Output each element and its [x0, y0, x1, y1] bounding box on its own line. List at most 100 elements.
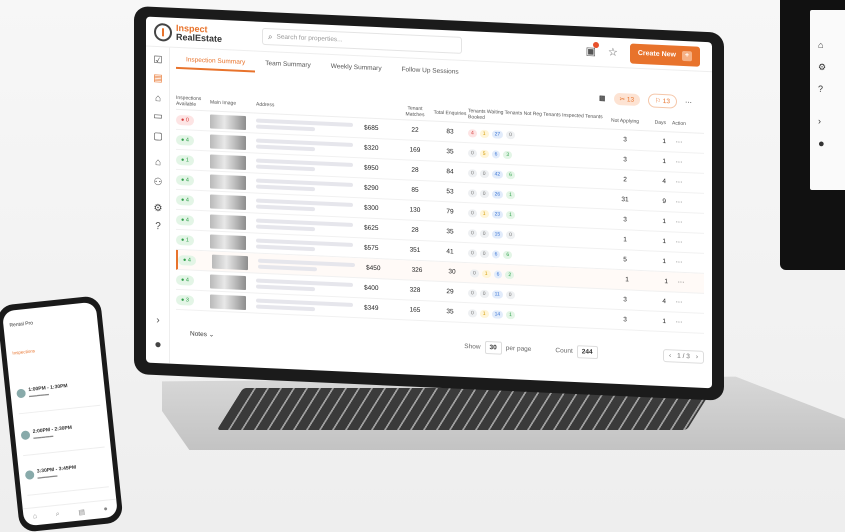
header-days[interactable]: Days [642, 119, 666, 126]
tab-inspection-summary[interactable]: Inspection Summary [176, 51, 256, 73]
row-action-icon[interactable]: ··· [666, 238, 692, 246]
total-enquiries: 30 [448, 268, 456, 276]
tenant-stat: 0 [468, 248, 477, 258]
address-placeholder[interactable] [256, 296, 364, 315]
calendar-icon[interactable]: ▤ [78, 507, 85, 516]
page-size-select[interactable]: 30 [484, 340, 502, 355]
tenant-stat: 42 [491, 169, 504, 179]
create-new-button[interactable]: Create New + [629, 43, 700, 67]
app-screen: Inspect RealEstate ⌕ Search for properti… [146, 16, 712, 389]
notes-toggle[interactable]: Notes ⌄ [190, 330, 214, 339]
row-action-icon[interactable]: ··· [666, 178, 692, 186]
expand-icon[interactable]: › [152, 315, 164, 327]
header-action: Action [672, 119, 686, 127]
address-placeholder[interactable] [256, 116, 364, 135]
address-placeholder[interactable] [256, 176, 364, 195]
property-image[interactable] [210, 193, 246, 210]
app-logo[interactable]: Inspect RealEstate [146, 22, 246, 45]
row-action-icon[interactable]: ··· [668, 278, 694, 286]
inspections-badge: ● 4 [178, 254, 196, 266]
property-image[interactable] [212, 254, 248, 270]
header-main-image[interactable]: Main Image [210, 99, 256, 107]
user-icon[interactable]: ● [152, 337, 164, 352]
pagination: ‹ 1 / 3 › [663, 348, 704, 364]
tab-team-summary[interactable]: Team Summary [255, 56, 321, 76]
settings-icon[interactable]: ⚙ [152, 203, 164, 215]
property-image[interactable] [210, 153, 246, 170]
phone-card[interactable]: 3:30PM - 3:45PM ▬▬▬▬▬ [24, 457, 109, 496]
briefcase-icon[interactable]: ▭ [152, 111, 164, 123]
help-icon[interactable]: ? [818, 84, 823, 94]
star-icon[interactable]: ☆ [608, 46, 618, 59]
property-image[interactable] [210, 213, 246, 230]
header-address[interactable]: Address [256, 101, 364, 112]
checklist-icon[interactable]: ☑ [152, 55, 164, 67]
tenant-matches: 328 [409, 286, 421, 295]
address-placeholder[interactable] [256, 196, 364, 215]
people-count: 13 [662, 98, 670, 106]
address-placeholder[interactable] [258, 256, 366, 275]
header-inspections-available[interactable]: Inspections Available [176, 94, 210, 108]
user-icon[interactable]: ● [818, 138, 825, 150]
header-not-applying[interactable]: Not Applying [608, 117, 642, 125]
rent-price: $400 [364, 284, 379, 293]
inspections-badge: ● 4 [176, 194, 194, 206]
calendar-icon[interactable]: ▤ [152, 73, 164, 85]
address-placeholder[interactable] [256, 276, 364, 295]
next-page-icon[interactable]: › [696, 353, 698, 360]
row-action-icon[interactable]: ··· [666, 138, 692, 146]
property-image[interactable] [210, 113, 246, 130]
address-placeholder[interactable] [256, 236, 364, 255]
rent-price: $685 [364, 124, 379, 133]
inspections-badge: ● 4 [176, 134, 194, 146]
property-image[interactable] [210, 293, 246, 310]
header-tenant-matches[interactable]: Tenant Matches [398, 104, 432, 118]
collapse-icon[interactable]: › [818, 116, 821, 126]
search-input[interactable]: ⌕ Search for properties... [262, 27, 462, 54]
inspections-count: 4 [185, 196, 189, 203]
user-icon[interactable]: ● [103, 506, 108, 513]
settings-icon[interactable]: ⚙ [818, 62, 826, 73]
property-image[interactable] [210, 133, 246, 150]
search-icon[interactable]: ⌕ [55, 510, 60, 518]
tenant-matches: 326 [411, 266, 423, 275]
home-icon[interactable]: ⌂ [152, 157, 164, 169]
grid-icon[interactable]: ▦ [599, 94, 606, 102]
people-icon[interactable]: ⚇ [152, 177, 164, 189]
gift-icon[interactable]: ▣ [586, 41, 599, 58]
total-enquiries: 41 [446, 248, 454, 256]
people-pill[interactable]: ⚐ 13 [648, 93, 677, 109]
more-icon[interactable]: ··· [685, 99, 692, 106]
chat-icon[interactable]: ▢ [152, 131, 164, 143]
phone-card[interactable]: 1:00PM - 1:30PM ▬▬▬▬▬ [15, 375, 101, 415]
filter-pill[interactable]: ✂ 13 [613, 92, 641, 106]
property-image[interactable] [210, 233, 246, 250]
home-icon[interactable]: ⌂ [818, 40, 823, 50]
tab-follow-up-sessions[interactable]: Follow Up Sessions [392, 62, 469, 83]
row-action-icon[interactable]: ··· [666, 318, 692, 326]
phone-tab[interactable]: Inspections [12, 348, 35, 355]
address-placeholder[interactable] [256, 136, 364, 155]
building-icon[interactable]: ⌂ [152, 93, 164, 105]
address-placeholder[interactable] [256, 216, 364, 235]
inspections-badge: ● 3 [176, 294, 194, 306]
row-action-icon[interactable]: ··· [666, 218, 692, 226]
row-action-icon[interactable]: ··· [666, 158, 692, 166]
property-image[interactable] [210, 173, 246, 190]
tenant-stat: 0 [468, 228, 477, 238]
row-action-icon[interactable]: ··· [666, 258, 692, 266]
address-placeholder[interactable] [256, 156, 364, 175]
phone-title[interactable]: Rental Pro [9, 320, 33, 328]
prev-page-icon[interactable]: ‹ [669, 352, 671, 359]
row-action-icon[interactable]: ··· [666, 198, 692, 206]
header-total-enquiries[interactable]: Total Enquiries [432, 109, 468, 117]
row-action-icon[interactable]: ··· [666, 298, 692, 306]
home-icon[interactable]: ⌂ [33, 513, 38, 520]
help-icon[interactable]: ? [152, 221, 164, 233]
tab-weekly-summary[interactable]: Weekly Summary [321, 58, 392, 78]
create-new-label: Create New [637, 49, 676, 59]
inspections-badge: ● 4 [176, 214, 194, 226]
background: ⌂ ⚙ ? › ● Inspect RealEstate ⌕ Search fo… [0, 0, 845, 532]
property-image[interactable] [210, 273, 246, 290]
phone-card[interactable]: 2:00PM - 2:30PM ▬▬▬▬▬ [20, 417, 105, 457]
